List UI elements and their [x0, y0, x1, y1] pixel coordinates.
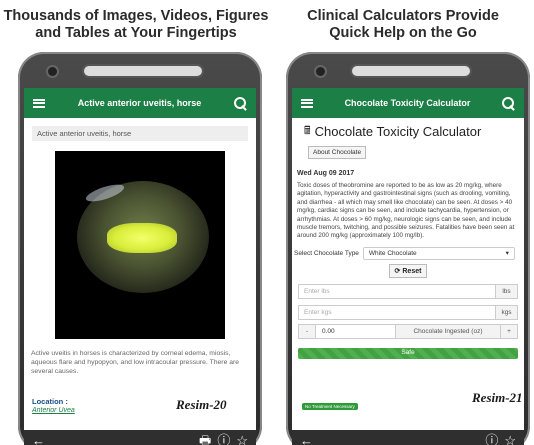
star-icon[interactable]: ☆ [236, 430, 248, 445]
image-description: Active uveitis in horses is characterize… [31, 350, 240, 375]
camera-icon [316, 67, 325, 76]
phone-right: Chocolate Toxicity Calculator 🖩 Chocolat… [286, 52, 530, 445]
calculator-heading: 🖩 Chocolate Toxicity Calculator [304, 122, 524, 141]
bottom-bar: ← ⓘ ☆ [292, 430, 524, 445]
calculator-title: Chocolate Toxicity Calculator [314, 124, 482, 139]
location-link[interactable]: Anterior Uvea [32, 407, 75, 414]
headline-images-line2: and Tables at Your Fingertips [35, 25, 237, 41]
headline-calculators: Clinical Calculators Provide Quick Help … [272, 8, 534, 42]
screen-left: Active anterior uveitis, horse Active an… [24, 88, 256, 445]
chocolate-type-label: Select Chocolate Type [294, 249, 359, 257]
quantity-stepper: - 0.00 Chocolate Ingested (oz) + [298, 323, 518, 339]
speaker-grille [352, 66, 470, 76]
breadcrumb: Active anterior uveitis, horse [32, 126, 248, 141]
chocolate-type-select[interactable]: White Chocolate ▾ [362, 246, 515, 260]
back-arrow-icon[interactable]: ← [32, 430, 45, 445]
quantity-input[interactable]: 0.00 [315, 324, 395, 338]
back-arrow-icon[interactable]: ← [300, 430, 313, 445]
about-chocolate-button[interactable]: About Chocolate [308, 146, 367, 159]
app-bar: Active anterior uveitis, horse [24, 88, 256, 118]
kgs-unit: kgs [495, 305, 517, 319]
chocolate-type-row: Select Chocolate Type White Chocolate ▾ [294, 246, 522, 260]
toxicity-intro: Toxic doses of theobromine are reported … [297, 182, 515, 240]
safety-progress-bar: Safe [298, 347, 518, 359]
kgs-input[interactable]: Enter kgs [299, 306, 495, 319]
uveitis-image[interactable] [55, 151, 225, 339]
menu-icon[interactable] [33, 98, 45, 108]
dropdown-arrow-icon: ▾ [505, 250, 509, 258]
app-bar-title: Active anterior uveitis, horse [77, 98, 202, 108]
reset-row: ⟳ Reset [292, 263, 524, 278]
decrement-button[interactable]: - [299, 324, 315, 338]
headline-calculators-line2: Quick Help on the Go [329, 25, 477, 41]
status-badge: No Treatment Necessary [302, 403, 358, 410]
headline-images-line1: Thousands of Images, Videos, Figures [3, 8, 269, 24]
lbs-unit: lbs [495, 284, 517, 298]
screen-right: Chocolate Toxicity Calculator 🖩 Chocolat… [292, 88, 524, 445]
progress-text: Safe [401, 348, 415, 356]
info-icon[interactable]: ⓘ [485, 430, 498, 445]
speaker-grille [84, 66, 202, 76]
menu-icon[interactable] [301, 98, 313, 108]
search-icon[interactable] [234, 96, 247, 110]
app-bar: Chocolate Toxicity Calculator [292, 88, 524, 118]
increment-button[interactable]: + [501, 324, 517, 338]
ingested-label: Chocolate Ingested (oz) [395, 324, 501, 338]
phone-left: Active anterior uveitis, horse Active an… [18, 52, 262, 445]
chocolate-type-value: White Chocolate [368, 249, 417, 257]
headline-images: Thousands of Images, Videos, Figures and… [0, 8, 272, 42]
lbs-field: Enter lbs lbs [298, 283, 518, 299]
location-label: Location : [32, 397, 68, 406]
eye-pupil [107, 223, 177, 253]
reset-icon: ⟳ [394, 267, 401, 275]
app-bar-title: Chocolate Toxicity Calculator [344, 98, 471, 108]
print-icon[interactable]: 🖶 [199, 430, 211, 445]
headline-calculators-line1: Clinical Calculators Provide [307, 8, 499, 24]
search-icon[interactable] [502, 96, 515, 110]
figure-label-left: Resim-20 [176, 397, 227, 412]
camera-icon [48, 67, 57, 76]
reset-label: Reset [402, 267, 422, 275]
info-icon[interactable]: ⓘ [217, 430, 230, 445]
date-text: Wed Aug 09 2017 [297, 170, 355, 177]
figure-label-right: Resim-21 [472, 390, 523, 405]
star-icon[interactable]: ☆ [504, 430, 516, 445]
kgs-field: Enter kgs kgs [298, 304, 518, 320]
calculator-icon: 🖩 [304, 125, 311, 137]
lbs-input[interactable]: Enter lbs [299, 285, 495, 298]
reset-button[interactable]: ⟳ Reset [388, 263, 428, 278]
bottom-bar: ← 🖶 ⓘ ☆ [24, 430, 256, 445]
